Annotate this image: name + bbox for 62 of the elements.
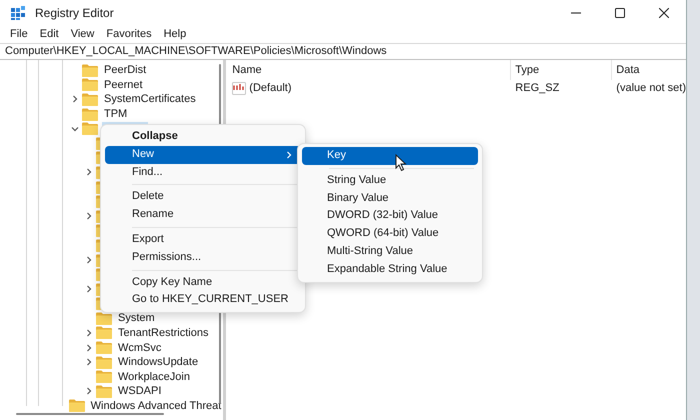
menu-item[interactable]: View [64,28,100,40]
tree-item[interactable]: WcmSvc [116,340,164,355]
window-title: Registry Editor [35,6,114,20]
menu-item[interactable]: Favorites [100,28,158,40]
menu-item[interactable]: Find... [105,164,301,182]
folder-icon [96,356,112,369]
chevron-right-icon[interactable] [85,387,93,396]
menu-item[interactable]: Expandable String Value [302,260,478,279]
scrollbar-thumb[interactable] [16,413,164,415]
tree-item[interactable]: TPM [102,107,130,122]
chevron-right-icon[interactable] [85,285,93,294]
tree-item[interactable]: TenantRestrictions [116,326,210,340]
table-cell-text: (value not set) [615,82,686,94]
menu-item[interactable]: QWORD (64-bit) Value [302,225,478,243]
tree-item[interactable]: Peernet [102,78,145,92]
chevron-right-icon[interactable] [85,344,93,352]
menu-item[interactable]: Help [158,28,192,40]
folder-icon [96,384,112,398]
chevron-right-icon[interactable] [85,328,93,337]
menu-item[interactable]: Edit [34,28,65,40]
chevron-right-icon[interactable] [85,212,93,220]
chevron-right-icon[interactable] [85,358,93,366]
menu-item[interactable]: Delete [105,188,301,206]
tree-item[interactable]: WorkplaceJoin [116,370,192,384]
menu-item[interactable]: Key [302,147,478,165]
column-header[interactable]: Data [611,60,640,80]
menu-item[interactable]: Multi-String Value [302,242,478,261]
menu-item[interactable]: Export [105,230,301,249]
tree-item[interactable]: WSDAPI [116,384,164,398]
maximize-icon [615,8,625,18]
menu-item[interactable]: File [4,28,34,40]
menu-item[interactable]: String Value [302,172,478,190]
menu-item[interactable]: Rename [105,206,301,224]
folder-icon [96,326,112,340]
menu-item[interactable]: Go to HKEY_CURRENT_USER [105,291,301,310]
string-value-icon [232,82,246,94]
menu-item[interactable]: Collapse [105,128,301,146]
address-bar[interactable]: Computer\HKEY_LOCAL_MACHINE\SOFTWARE\Policies\Microsoft\Windows [0,43,686,60]
tree-item[interactable]: PeerDist [102,63,148,78]
tree-item[interactable]: WindowsUpdate [116,355,200,370]
close-icon [659,8,669,18]
folder-icon [96,341,112,354]
chevron-right-icon[interactable] [85,256,93,264]
chevron-right-icon[interactable] [71,95,79,104]
chevron-right-icon[interactable] [285,150,293,159]
tree-item[interactable]: System [116,311,157,326]
mouse-pointer-icon [395,154,407,172]
folder-icon [82,122,98,136]
tree-item[interactable]: SystemCertificates [102,92,198,106]
column-header[interactable]: Type [510,60,612,80]
column-header[interactable]: Name [232,60,510,80]
chevron-down-icon[interactable] [71,124,79,133]
menu-item[interactable]: Binary Value [302,190,478,208]
menu-item[interactable]: Permissions... [105,248,301,267]
tree-item[interactable]: Windows Advanced Threat [88,398,224,413]
menu-item[interactable]: Copy Key Name [105,274,301,292]
grid-cubes-icon [10,4,26,20]
folder-icon [82,92,98,106]
table-cell-text: REG_SZ [514,82,560,94]
chevron-right-icon[interactable] [85,168,93,176]
table-cell: (Default) [249,82,292,94]
menu-item[interactable]: DWORD (32-bit) Value [302,207,478,226]
